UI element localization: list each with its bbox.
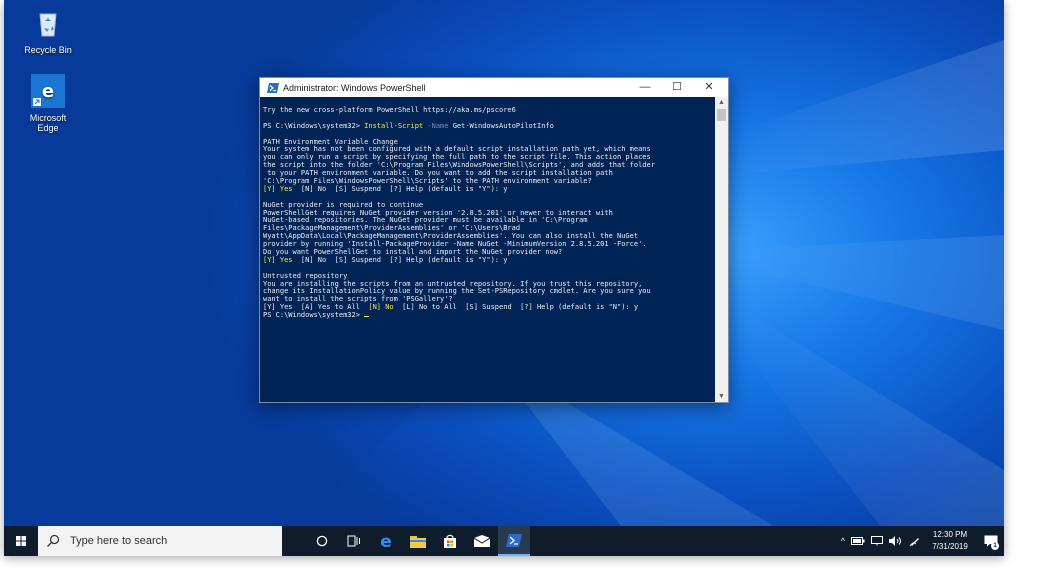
- svg-text:e: e: [380, 533, 392, 549]
- console-argument: Get-WindowsAutoPilotInfo: [452, 121, 554, 130]
- clock-time: 12:30 PM: [932, 530, 968, 539]
- console-text: to your PATH environment variable. Do yo…: [263, 169, 613, 178]
- desktop: Recycle Bin e Microsoft Edge Administrat…: [4, 0, 1004, 556]
- console-text: 'C:\Program Files\WindowsPowerShell\Scri…: [263, 177, 592, 186]
- window-titlebar[interactable]: Administrator: Windows PowerShell — ☐ ✕: [260, 78, 728, 97]
- scroll-up-arrow-icon[interactable]: ▲: [715, 97, 728, 108]
- edge-browser-icon: e: [380, 533, 392, 549]
- scrollbar-thumb[interactable]: [717, 109, 726, 121]
- cortana-button[interactable]: [306, 526, 338, 556]
- console-parameter: -Name: [423, 121, 453, 130]
- folder-icon: [410, 535, 426, 548]
- store-bag-icon: [444, 534, 456, 548]
- console-line: PS C:\Windows\system32>: [263, 311, 715, 320]
- battery-icon[interactable]: [851, 537, 865, 545]
- console-highlight: [Y] Yes: [263, 255, 297, 264]
- search-placeholder: Type here to search: [70, 535, 168, 547]
- console-text: you can only run a script by specifying …: [263, 153, 651, 162]
- task-view-button[interactable]: [338, 526, 370, 556]
- text-cursor: [364, 315, 370, 318]
- file-explorer-button[interactable]: [402, 526, 434, 556]
- powershell-taskbar-button[interactable]: [498, 526, 530, 556]
- taskbar: Type here to search e ^ 12:30 PM 7/31/20…: [4, 526, 1004, 556]
- console-text: [N] No [S] Suspend [?] Help (default is …: [296, 255, 508, 264]
- windows-logo-icon: [16, 536, 26, 546]
- console-text: Your system has not been configured with…: [263, 145, 651, 154]
- notification-count-badge: 1: [991, 542, 999, 550]
- console-line: [Y] Yes [N] No [S] Suspend [?] Help (def…: [263, 255, 715, 265]
- console-line: [Y] Yes [N] No [S] Suspend [?] Help (def…: [263, 184, 715, 194]
- system-tray: ^ 12:30 PM 7/31/2019 1: [838, 526, 1004, 556]
- powershell-window[interactable]: Administrator: Windows PowerShell — ☐ ✕ …: [259, 77, 729, 403]
- powershell-taskbar-icon: [506, 533, 522, 547]
- console-highlight: [Y] Yes: [263, 184, 297, 193]
- console-highlight: [N] No: [368, 303, 398, 312]
- vertical-scrollbar[interactable]: ▲ ▼: [715, 97, 728, 402]
- console-text: [N] No [S] Suspend [?] Help (default is …: [296, 184, 508, 193]
- console-text: provider by running 'Install-PackageProv…: [263, 240, 647, 249]
- console-text: [L] No to All [S] Suspend [?] Help (defa…: [397, 303, 639, 312]
- console-text: Wyatt\AppData\Local\PackageManagement\Pr…: [263, 232, 639, 241]
- svg-text:e: e: [42, 81, 54, 102]
- scroll-down-arrow-icon[interactable]: ▼: [715, 391, 728, 402]
- console-line: Try the new cross-platform PowerShell ht…: [263, 106, 715, 115]
- console-line: PS C:\Windows\system32> Install-Script -…: [263, 121, 715, 131]
- console-text: [Y] Yes [A] Yes to All: [263, 303, 369, 312]
- console-text: the script into the folder 'C:\Program F…: [263, 161, 655, 170]
- powershell-icon: [267, 82, 279, 93]
- minimize-button[interactable]: —: [630, 78, 660, 97]
- cortana-icon: [316, 535, 328, 547]
- console-text: PowerShellGet requires NuGet provider ve…: [263, 208, 613, 217]
- console-command: Install-Script: [364, 121, 424, 130]
- network-icon[interactable]: [871, 536, 883, 546]
- edge-taskbar-button[interactable]: e: [370, 526, 402, 556]
- console-prompt: PS C:\Windows\system32>: [263, 311, 365, 320]
- task-view-icon: [347, 535, 360, 547]
- console-output[interactable]: Try the new cross-platform PowerShell ht…: [260, 97, 715, 402]
- console-text: Files\PackageManagement\ProviderAssembli…: [263, 224, 521, 233]
- console-text: You are installing the scripts from an u…: [263, 279, 643, 288]
- store-button[interactable]: [434, 526, 466, 556]
- search-icon: [47, 534, 60, 547]
- clock-date: 7/31/2019: [932, 542, 968, 551]
- recycle-bin-label: Recycle Bin: [24, 45, 72, 55]
- volume-icon[interactable]: [889, 536, 903, 546]
- tray-overflow-chevron-icon[interactable]: ^: [841, 536, 845, 546]
- close-button[interactable]: ✕: [694, 78, 724, 97]
- console-text: NuGet-based repositories. The NuGet prov…: [263, 216, 588, 225]
- console-text: NuGet provider is required to continue: [263, 200, 424, 209]
- recycle-bin-icon: [39, 13, 57, 37]
- recycle-bin-shortcut[interactable]: Recycle Bin: [22, 6, 74, 55]
- action-center-button[interactable]: 1: [978, 526, 1004, 556]
- start-button[interactable]: [4, 526, 38, 556]
- console-text: change its InstallationPolicy value by r…: [263, 287, 651, 296]
- edge-label: Microsoft Edge: [29, 113, 67, 133]
- console-prompt: PS C:\Windows\system32>: [263, 121, 365, 130]
- maximize-button[interactable]: ☐: [662, 78, 692, 97]
- search-input[interactable]: Type here to search: [38, 526, 282, 556]
- pen-workspace-icon[interactable]: [909, 535, 921, 547]
- console-text: Do you want PowerShellGet to install and…: [263, 248, 563, 257]
- console-text: want to install the scripts from 'PSGall…: [263, 295, 453, 304]
- edge-shortcut[interactable]: e Microsoft Edge: [22, 74, 74, 133]
- clock[interactable]: 12:30 PM 7/31/2019: [928, 529, 972, 553]
- mail-envelope-icon: [474, 535, 490, 547]
- console-text: Try the new cross-platform PowerShell ht…: [263, 106, 516, 114]
- console-text: PATH Environment Variable Change: [263, 137, 398, 146]
- edge-icon: e: [31, 74, 65, 108]
- mail-button[interactable]: [466, 526, 498, 556]
- window-title: Administrator: Windows PowerShell: [283, 82, 426, 93]
- console-text: Untrusted repository: [263, 271, 348, 280]
